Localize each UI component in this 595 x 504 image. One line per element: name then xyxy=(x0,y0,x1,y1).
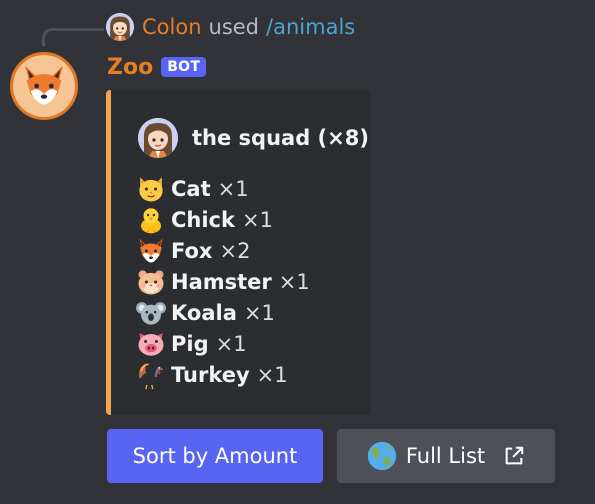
list-item-koala: Koala ×1 xyxy=(135,297,310,328)
bot-badge: BOT xyxy=(161,57,207,77)
animal-name: Pig xyxy=(171,331,209,356)
animal-count: ×1 xyxy=(243,300,275,325)
animal-count: ×1 xyxy=(256,362,288,387)
chat-message: Colon used /animals Zoo BOT the squad (×… xyxy=(0,0,595,504)
animal-name: Chick xyxy=(171,207,235,232)
full-list-label: Full List xyxy=(405,444,486,468)
hamster-icon xyxy=(135,267,167,297)
full-list-button[interactable]: Full List xyxy=(337,429,555,483)
list-item-turkey: Turkey ×1 xyxy=(135,359,310,390)
animal-name: Koala xyxy=(171,300,237,325)
list-item-pig: Pig ×1 xyxy=(135,328,310,359)
turkey-icon xyxy=(135,360,167,390)
reply-command-link[interactable]: /animals xyxy=(266,15,355,39)
animals-embed: the squad (×8) Cat ×1 Chick ×1 Fox ×2 Ha… xyxy=(106,90,371,415)
list-item-chick: Chick ×1 xyxy=(135,204,310,235)
message-header: Zoo BOT xyxy=(107,52,207,82)
embed-author-name: the squad (×8) xyxy=(192,126,369,150)
animal-count: ×1 xyxy=(278,269,310,294)
sort-by-amount-button[interactable]: Sort by Amount xyxy=(107,429,323,483)
girl-avatar-icon xyxy=(138,118,178,158)
girl-avatar-icon[interactable] xyxy=(106,13,134,41)
command-reference[interactable]: Colon used /animals xyxy=(106,12,355,42)
cat-icon xyxy=(135,174,167,204)
list-item-cat: Cat ×1 xyxy=(135,173,310,204)
globe-icon xyxy=(367,441,397,471)
animal-list: Cat ×1 Chick ×1 Fox ×2 Hamster ×1 Koala … xyxy=(135,173,310,390)
animal-name: Hamster xyxy=(171,269,272,294)
list-item-hamster: Hamster ×1 xyxy=(135,266,310,297)
koala-icon xyxy=(135,298,167,328)
animal-count: ×1 xyxy=(215,331,247,356)
pig-icon xyxy=(135,329,167,359)
list-item-fox: Fox ×2 xyxy=(135,235,310,266)
animal-count: ×1 xyxy=(217,176,249,201)
bot-username[interactable]: Zoo xyxy=(107,55,153,80)
animal-name: Turkey xyxy=(171,362,250,387)
animal-count: ×2 xyxy=(219,238,251,263)
chick-icon xyxy=(135,205,167,235)
reply-connector xyxy=(42,28,104,46)
reply-verb: used xyxy=(208,15,260,39)
reply-username[interactable]: Colon xyxy=(142,15,202,39)
animal-count: ×1 xyxy=(241,207,273,232)
fox-avatar-icon[interactable] xyxy=(10,52,78,120)
fox-icon xyxy=(135,236,167,266)
embed-author: the squad (×8) xyxy=(138,118,369,158)
animal-name: Fox xyxy=(171,238,213,263)
external-link-icon xyxy=(503,445,525,467)
sort-button-label: Sort by Amount xyxy=(132,444,298,468)
animal-name: Cat xyxy=(171,176,211,201)
